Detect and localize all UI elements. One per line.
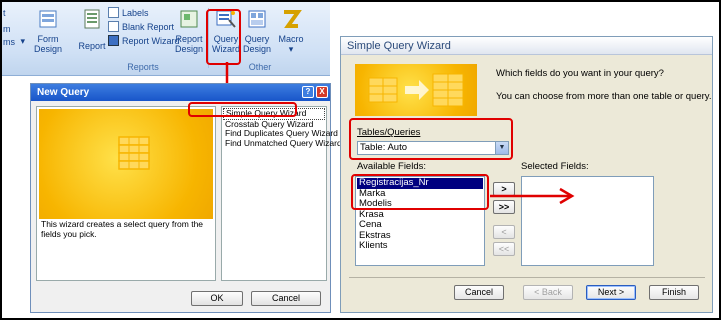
report-design-button[interactable]: Report Design bbox=[172, 8, 206, 54]
report-wizard-button[interactable]: Report Wizard bbox=[108, 35, 180, 46]
query-wizard-highlight bbox=[206, 9, 241, 65]
wizard-title-bar: Simple Query Wizard bbox=[341, 37, 712, 55]
labels-icon bbox=[108, 7, 119, 18]
query-design-button[interactable]: Query Design bbox=[242, 8, 272, 54]
wizard-header-illustration bbox=[355, 64, 477, 116]
available-fields-label: Available Fields: bbox=[357, 161, 427, 172]
labels-button[interactable]: Labels bbox=[108, 7, 149, 18]
finish-button[interactable]: Finish bbox=[649, 285, 699, 300]
wizard-illustration bbox=[39, 109, 213, 219]
new-query-dialog: New Query ? X This wizard creates a sele… bbox=[30, 83, 342, 313]
macro-button[interactable]: Macro ▾ bbox=[276, 8, 306, 54]
table-grid-icon bbox=[118, 136, 150, 170]
close-button[interactable]: X bbox=[316, 86, 328, 98]
report-wizard-icon bbox=[108, 35, 119, 46]
tables-queries-highlight bbox=[349, 118, 513, 160]
fields-highlight bbox=[351, 174, 489, 210]
cancel-button[interactable]: Cancel bbox=[251, 291, 321, 306]
partial-label-m: m bbox=[3, 24, 11, 34]
partial-label-t: t bbox=[3, 8, 6, 18]
partial-label-ms[interactable]: ms ▾ bbox=[3, 36, 25, 47]
report-icon bbox=[84, 9, 100, 29]
next-button[interactable]: Next > bbox=[586, 285, 636, 300]
wizard-list: Simple Query Wizard Crosstab Query Wizar… bbox=[221, 106, 342, 281]
new-query-title-bar: New Query ? X bbox=[31, 84, 330, 101]
form-design-button[interactable]: Form Design bbox=[30, 8, 66, 54]
access-ribbon: t m ms ▾ Form Design Report Labels Blank … bbox=[2, 2, 330, 76]
cancel-button[interactable]: Cancel bbox=[454, 285, 504, 300]
form-design-icon bbox=[39, 10, 57, 28]
selected-fields-label: Selected Fields: bbox=[521, 161, 589, 172]
help-button[interactable]: ? bbox=[302, 86, 314, 98]
simple-query-wizard-highlight bbox=[188, 102, 297, 117]
report-design-icon bbox=[180, 10, 198, 28]
report-button[interactable]: Report bbox=[78, 8, 106, 51]
table-to-query-icon bbox=[368, 73, 464, 107]
list-item[interactable]: Cena bbox=[357, 219, 483, 231]
red-arrow-icon bbox=[490, 187, 575, 205]
footer-divider bbox=[349, 277, 705, 278]
group-label-reports: Reports bbox=[127, 62, 159, 72]
query-design-icon bbox=[248, 10, 266, 28]
macro-icon bbox=[284, 10, 302, 28]
wizard-description: This wizard creates a select query from … bbox=[41, 219, 204, 239]
back-button[interactable]: < Back bbox=[523, 285, 573, 300]
remove-field-button[interactable]: < bbox=[493, 225, 515, 239]
new-query-preview-panel: This wizard creates a select query from … bbox=[36, 106, 216, 281]
blank-report-button[interactable]: Blank Report bbox=[108, 21, 174, 32]
wizard-question: Which fields do you want in your query? bbox=[496, 68, 664, 79]
blank-report-icon bbox=[108, 21, 119, 32]
ok-button[interactable]: OK bbox=[191, 291, 243, 306]
wizard-hint: You can choose from more than one table … bbox=[496, 91, 712, 102]
list-item-find-unmatched-query-wizard[interactable]: Find Unmatched Query Wizard bbox=[223, 138, 342, 149]
list-item[interactable]: Klients bbox=[357, 240, 483, 252]
remove-all-fields-button[interactable]: << bbox=[493, 242, 515, 256]
